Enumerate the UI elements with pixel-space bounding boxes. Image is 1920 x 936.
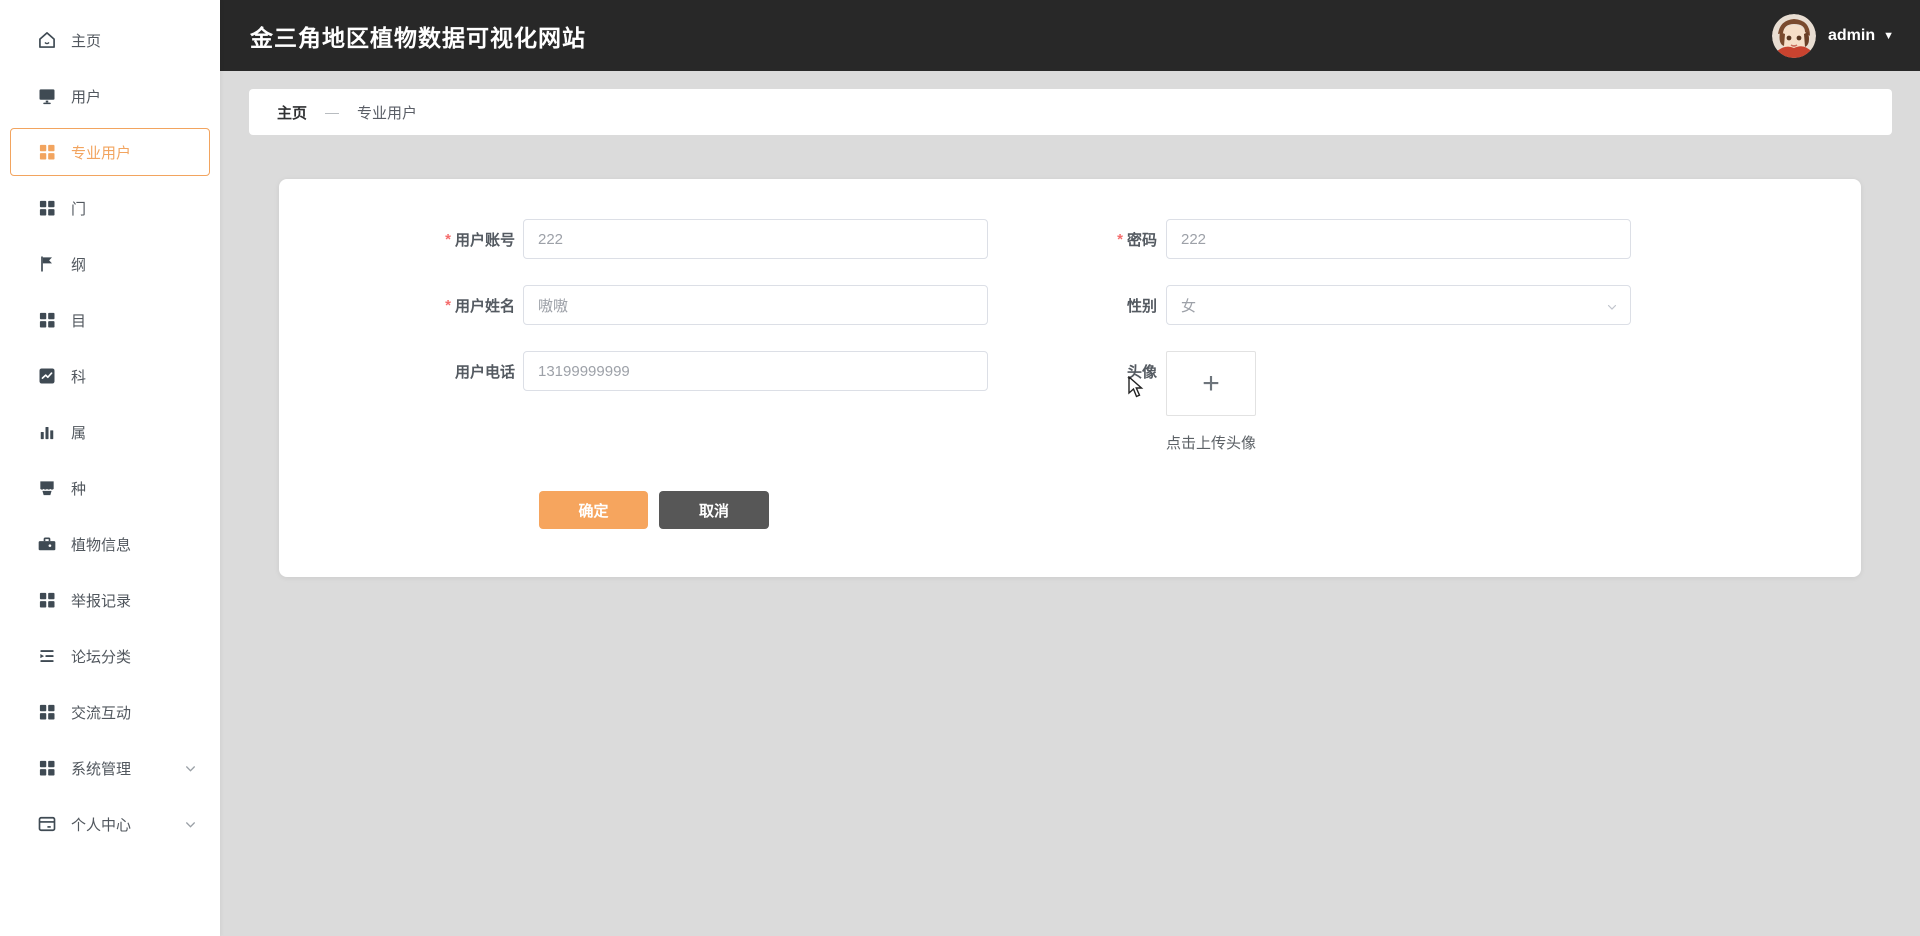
trend-chart-icon xyxy=(37,366,57,386)
confirm-button[interactable]: 确定 xyxy=(539,491,648,529)
gender-select[interactable]: 女 xyxy=(1166,285,1631,325)
phone-label: 用户电话 xyxy=(454,363,515,381)
cancel-button[interactable]: 取消 xyxy=(659,491,769,529)
grid-icon xyxy=(37,702,57,722)
avatar-upload-wrap: + 点击上传头像 xyxy=(1166,351,1291,453)
main-column: 金三角地区植物数据可视化网站 admin ▼ 主页 — 专业用户 * 用户账号 … xyxy=(220,0,1920,936)
avatar-upload-box[interactable]: + xyxy=(1166,351,1256,416)
form-row: * 用户账号 * 密码 xyxy=(279,219,1861,259)
plus-icon: + xyxy=(1202,366,1220,400)
required-asterisk: * xyxy=(1117,230,1123,248)
grid-icon xyxy=(37,590,57,610)
grid-icon xyxy=(37,758,57,778)
sidebar-item-10[interactable]: 举报记录 xyxy=(10,572,210,628)
username-label: admin xyxy=(1827,26,1876,44)
sidebar-item-label: 系统管理 xyxy=(71,760,132,778)
sidebar-item-label: 纲 xyxy=(71,256,87,274)
required-asterisk: * xyxy=(445,296,451,314)
sidebar: 主页用户专业用户门纲目科属种植物信息举报记录论坛分类交流互动系统管理个人中心 xyxy=(0,0,220,936)
sidebar-item-1[interactable]: 用户 xyxy=(10,68,210,124)
card-icon xyxy=(37,814,57,834)
password-input[interactable] xyxy=(1166,219,1631,259)
sidebar-item-label: 主页 xyxy=(71,32,102,50)
sidebar-item-label: 种 xyxy=(71,480,87,498)
account-label: * 用户账号 xyxy=(445,230,515,249)
chevron-down-icon xyxy=(1606,300,1618,317)
outdent-icon xyxy=(37,646,57,666)
home-icon xyxy=(37,30,57,50)
account-input[interactable] xyxy=(523,219,988,259)
sidebar-item-0[interactable]: 主页 xyxy=(10,12,210,68)
sidebar-item-label: 论坛分类 xyxy=(71,648,132,666)
avatar[interactable] xyxy=(1771,13,1816,58)
bar-chart-icon xyxy=(37,422,57,442)
breadcrumb-separator: — xyxy=(325,104,340,120)
breadcrumb-home-link[interactable]: 主页 xyxy=(277,102,307,123)
sidebar-item-label: 交流互动 xyxy=(71,704,132,722)
sidebar-item-label: 目 xyxy=(71,312,87,330)
flag-icon xyxy=(37,254,57,274)
sidebar-item-4[interactable]: 纲 xyxy=(10,236,210,292)
sidebar-item-label: 植物信息 xyxy=(71,536,132,554)
app-root: 主页 用户 专业用户门纲目科属种植物信息 举报记录 论坛分类 交流互动 系统管理 个人中心 金… xyxy=(0,0,1920,936)
top-header: 金三角地区植物数据可视化网站 admin ▼ xyxy=(220,0,1920,71)
breadcrumb-current: 专业用户 xyxy=(357,104,418,122)
sidebar-item-2[interactable]: 专业用户 xyxy=(10,128,210,176)
avatar-upload-hint: 点击上传头像 xyxy=(1165,435,1256,452)
content-area: 主页 — 专业用户 * 用户账号 * 密码 xyxy=(220,71,1920,936)
avatar-upload-label: 头像 xyxy=(1126,363,1157,381)
required-asterisk: * xyxy=(445,230,451,248)
sidebar-item-label: 举报记录 xyxy=(71,592,132,610)
sidebar-item-13[interactable]: 系统管理 xyxy=(10,740,210,796)
sidebar-item-8[interactable]: 种 xyxy=(10,460,210,516)
form-actions: 确定 取消 xyxy=(539,491,1861,529)
name-input[interactable] xyxy=(523,285,988,325)
sidebar-item-label: 个人中心 xyxy=(71,816,132,834)
form-row: 用户电话 头像 + 点击上传头像 xyxy=(279,351,1861,453)
sidebar-item-label: 属 xyxy=(71,424,87,442)
gender-label: 性别 xyxy=(1126,297,1157,315)
grid-icon xyxy=(37,198,57,218)
briefcase-icon xyxy=(37,534,57,554)
page-title: 金三角地区植物数据可视化网站 xyxy=(250,24,586,51)
chevron-down-icon xyxy=(184,762,197,775)
sidebar-item-label: 用户 xyxy=(71,88,102,106)
sidebar-item-11[interactable]: 论坛分类 xyxy=(10,628,210,684)
gender-select-value: 女 xyxy=(1181,297,1197,315)
sidebar-item-3[interactable]: 门 xyxy=(10,180,210,236)
sidebar-item-label: 专业用户 xyxy=(71,144,132,162)
sidebar-item-14[interactable]: 个人中心 xyxy=(10,796,210,852)
breadcrumb: 主页 — 专业用户 xyxy=(249,89,1892,135)
sidebar-item-7[interactable]: 属 xyxy=(10,404,210,460)
caret-down-icon: ▼ xyxy=(1883,29,1894,42)
password-label: * 密码 xyxy=(1117,230,1157,249)
sidebar-item-12[interactable]: 交流互动 xyxy=(10,684,210,740)
user-menu[interactable]: admin ▼ xyxy=(1771,13,1894,58)
grid-icon xyxy=(37,310,57,330)
sidebar-item-label: 科 xyxy=(71,368,87,386)
grid-icon xyxy=(37,142,57,162)
form-card: * 用户账号 * 密码 * 用户姓名 xyxy=(279,179,1861,577)
archive-icon xyxy=(37,478,57,498)
phone-input[interactable] xyxy=(523,351,988,391)
sidebar-item-9[interactable]: 植物信息 xyxy=(10,516,210,572)
sidebar-item-6[interactable]: 科 xyxy=(10,348,210,404)
name-label: * 用户姓名 xyxy=(445,296,515,315)
monitor-icon xyxy=(37,86,57,106)
form-row: * 用户姓名 性别 女 xyxy=(279,285,1861,325)
chevron-down-icon xyxy=(184,818,197,831)
sidebar-item-label: 门 xyxy=(71,200,87,218)
sidebar-item-5[interactable]: 目 xyxy=(10,292,210,348)
